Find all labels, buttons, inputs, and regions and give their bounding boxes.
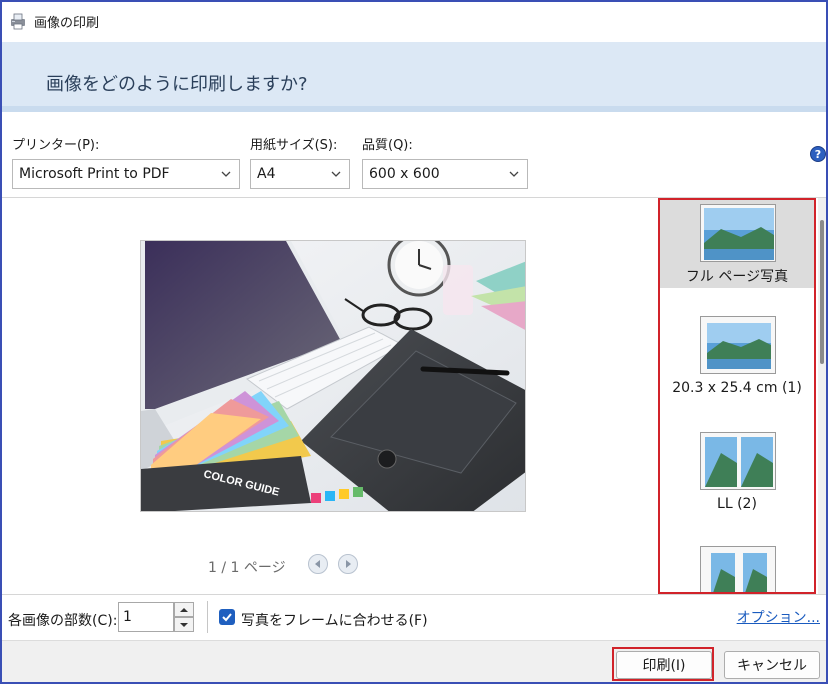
multi-portrait-thumbnail-icon: [700, 546, 776, 592]
quality-value: 600 x 600: [369, 166, 440, 182]
dialog-heading: 画像をどのように印刷しますか?: [46, 74, 308, 95]
help-icon[interactable]: ?: [810, 146, 826, 162]
landscape-thumbnail-icon: [700, 204, 776, 262]
header-band: [2, 106, 826, 112]
options-link[interactable]: オプション...: [737, 607, 820, 627]
chevron-down-icon: [180, 622, 188, 627]
layout-item-four-up[interactable]: [660, 542, 814, 592]
layout-label: フル ページ写真: [685, 269, 789, 285]
next-page-button[interactable]: [338, 554, 358, 574]
two-portrait-thumbnail-icon: [700, 432, 776, 490]
paper-size-select[interactable]: A4: [250, 159, 350, 189]
printer-icon: [11, 13, 25, 30]
landscape-thumbnail-icon: [700, 316, 776, 374]
paper-size-value: A4: [257, 166, 276, 182]
chevron-down-icon: [509, 171, 519, 177]
printer-label: プリンター(P):: [12, 138, 100, 153]
chevron-down-icon: [331, 171, 341, 177]
chevron-down-icon: [221, 171, 231, 177]
quality-select[interactable]: 600 x 600: [362, 159, 528, 189]
scrollbar-thumb[interactable]: [820, 220, 824, 364]
print-button-highlight: [612, 647, 714, 681]
layout-label: LL (2): [717, 496, 757, 512]
print-preview-image: COLOR GUIDE: [140, 240, 526, 512]
layout-list: フル ページ写真 20.3 x 25.4 cm (1) LL (2): [658, 198, 816, 594]
copies-input[interactable]: 1: [118, 602, 174, 632]
copies-decrement-button[interactable]: [174, 617, 194, 632]
printer-select[interactable]: Microsoft Print to PDF: [12, 159, 240, 189]
cancel-button[interactable]: キャンセル: [724, 651, 820, 679]
chevron-up-icon: [180, 607, 188, 612]
paper-size-label: 用紙サイズ(S):: [250, 138, 338, 153]
chevron-right-icon: [346, 560, 351, 568]
print-settings: プリンター(P): Microsoft Print to PDF 用紙サイズ(S…: [2, 118, 826, 198]
page-indicator: 1 / 1 ページ: [208, 560, 286, 576]
layout-item-ll[interactable]: LL (2): [660, 428, 814, 516]
title-bar: 画像の印刷: [2, 2, 826, 40]
layout-item-20x25[interactable]: 20.3 x 25.4 cm (1): [660, 312, 814, 400]
previous-page-button[interactable]: [308, 554, 328, 574]
divider: [207, 601, 208, 633]
fit-frame-checkbox[interactable]: [219, 609, 235, 625]
layout-item-full-page[interactable]: フル ページ写真: [660, 200, 814, 288]
fit-frame-label[interactable]: 写真をフレームに合わせる(F): [241, 610, 428, 630]
dialog-header: 画像をどのように印刷しますか?: [2, 42, 826, 112]
options-bar: 各画像の部数(C): 1 写真をフレームに合わせる(F) オプション...: [2, 594, 826, 640]
copies-increment-button[interactable]: [174, 602, 194, 617]
window-title: 画像の印刷: [34, 15, 100, 31]
chevron-left-icon: [315, 560, 320, 568]
checkmark-icon: [222, 613, 232, 622]
quality-label: 品質(Q):: [362, 138, 413, 153]
printer-value: Microsoft Print to PDF: [19, 166, 170, 182]
layout-scrollbar[interactable]: [818, 198, 826, 594]
copies-label: 各画像の部数(C):: [8, 613, 118, 629]
layout-label: 20.3 x 25.4 cm (1): [672, 380, 802, 396]
